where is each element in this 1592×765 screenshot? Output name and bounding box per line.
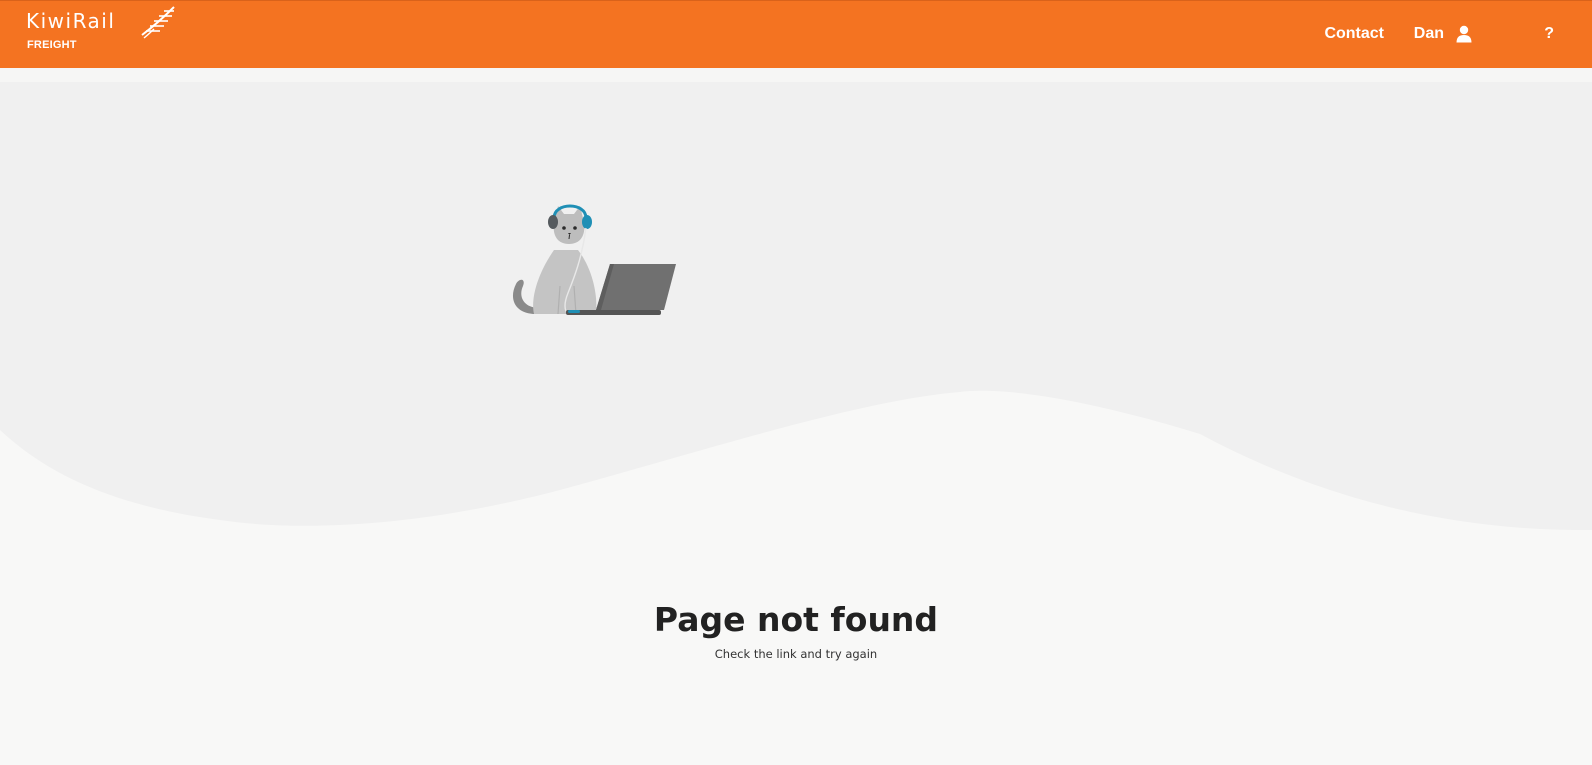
error-description: Check the link and try again	[714, 647, 878, 661]
user-name: Dan	[1413, 25, 1444, 42]
contact-link[interactable]: Contact	[1324, 24, 1384, 44]
brand-subtitle: FREIGHT	[27, 39, 77, 51]
top-navigation-bar: KiwiRail FREIGHT Contact Dan ?	[0, 0, 1592, 68]
user-icon	[1456, 25, 1472, 43]
header-divider-strip	[0, 68, 1592, 82]
user-menu[interactable]: Dan	[1414, 24, 1472, 44]
error-message: Page not found Check the link and try ag…	[0, 600, 1592, 662]
kiwirail-logo[interactable]: KiwiRail FREIGHT	[26, 5, 186, 57]
cat-with-headphones-and-laptop-icon	[512, 204, 676, 315]
hero-wave-background	[0, 82, 1592, 531]
hero-area	[0, 82, 1592, 542]
help-button[interactable]: ?	[1544, 24, 1554, 44]
page-title: Page not found	[653, 600, 939, 639]
brand-name: KiwiRail	[26, 9, 116, 33]
kiwirail-fern-logo-icon	[141, 6, 175, 39]
